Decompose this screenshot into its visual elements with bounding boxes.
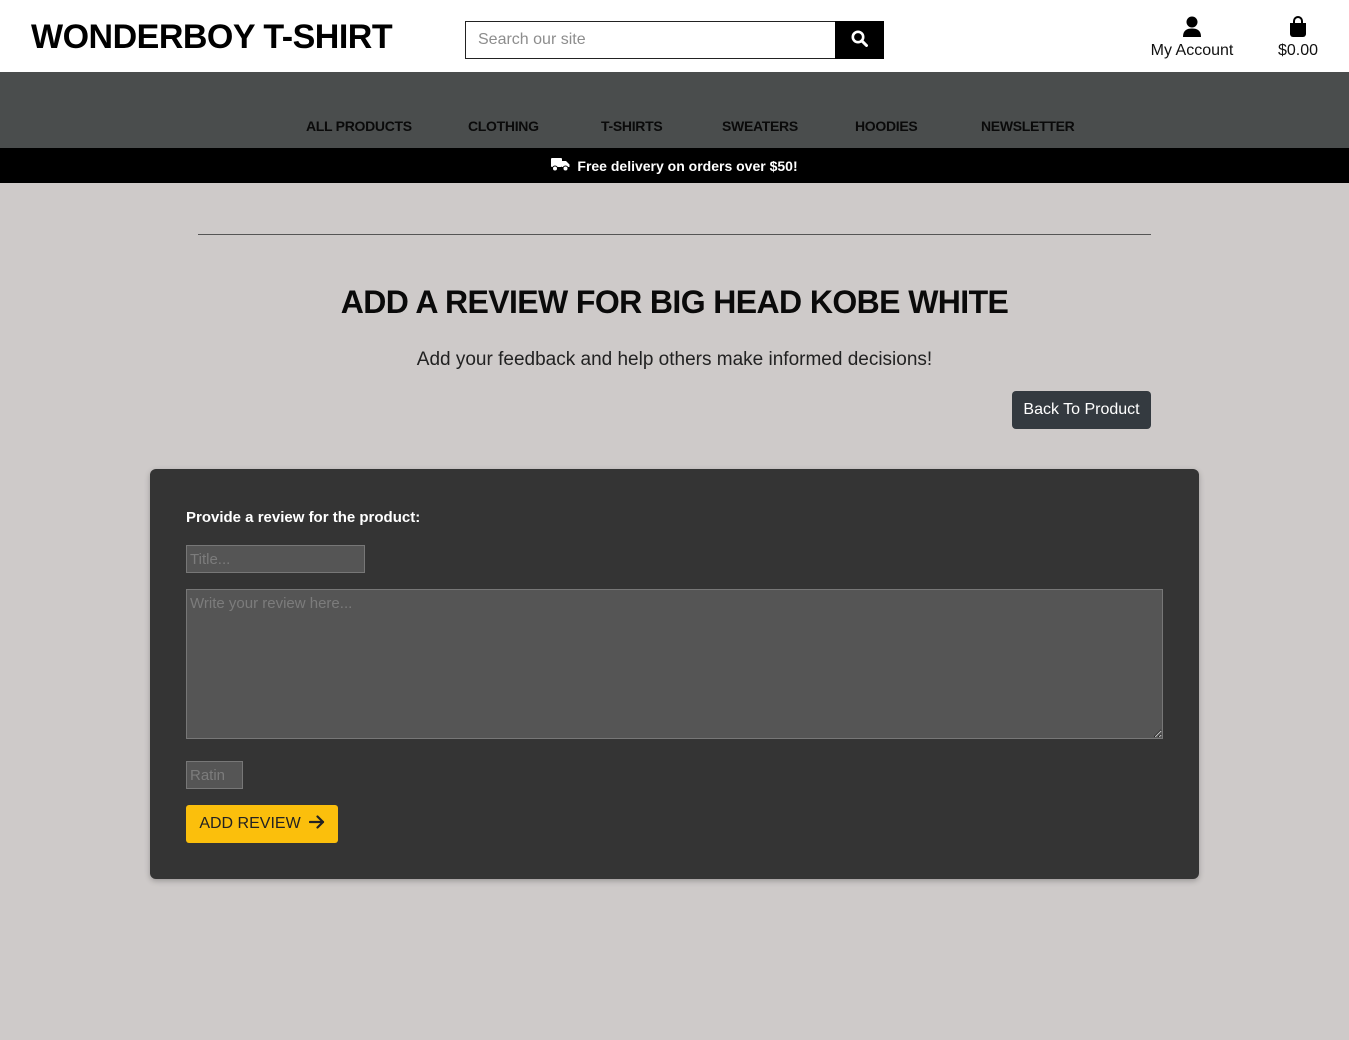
back-to-product-button[interactable]: Back To Product [1012,391,1151,429]
nav-item-sweaters[interactable]: SWEATERS [722,118,798,134]
search-button[interactable] [835,21,884,59]
shopping-bag-icon [1272,16,1324,40]
review-form-label: Provide a review for the product: [186,509,421,526]
nav-item-newsletter[interactable]: NEWSLETTER [981,118,1075,134]
delivery-banner: Free delivery on orders over $50! [0,148,1349,183]
add-review-label: ADD REVIEW [199,815,301,832]
truck-icon [551,157,577,175]
delivery-text: Free delivery on orders over $50! [577,157,798,174]
bag-total: $0.00 [1277,42,1319,59]
main-navigation: ALL PRODUCTS CLOTHING T-SHIRTS SWEATERS … [0,72,1349,148]
nav-item-t-shirts[interactable]: T-SHIRTS [601,118,663,134]
search-icon [851,30,868,50]
review-body-textarea[interactable] [186,589,1163,739]
review-form-card: Provide a review for the product: ADD RE… [150,469,1199,879]
site-header: WONDERBOY T-SHIRT My Account [0,0,1349,72]
search-form [465,21,884,59]
arrow-right-icon [308,814,325,834]
page-subtitle: Add your feedback and help others make i… [416,349,933,370]
search-input[interactable] [465,21,835,59]
page-title: ADD A REVIEW FOR BIG HEAD KOBE WHITE [340,284,1009,320]
nav-item-clothing[interactable]: CLOTHING [468,118,539,134]
shopping-bag-link[interactable]: $0.00 [1272,16,1324,60]
my-account-link[interactable]: My Account [1146,16,1238,60]
user-icon [1146,16,1238,40]
nav-item-all-products[interactable]: ALL PRODUCTS [306,118,412,134]
add-review-button[interactable]: ADD REVIEW [186,805,338,843]
my-account-label: My Account [1150,42,1234,59]
site-logo[interactable]: WONDERBOY T-SHIRT [31,18,393,57]
review-rating-input[interactable] [186,761,243,789]
review-title-input[interactable] [186,545,365,573]
nav-item-hoodies[interactable]: HOODIES [855,118,918,134]
divider [198,234,1151,235]
